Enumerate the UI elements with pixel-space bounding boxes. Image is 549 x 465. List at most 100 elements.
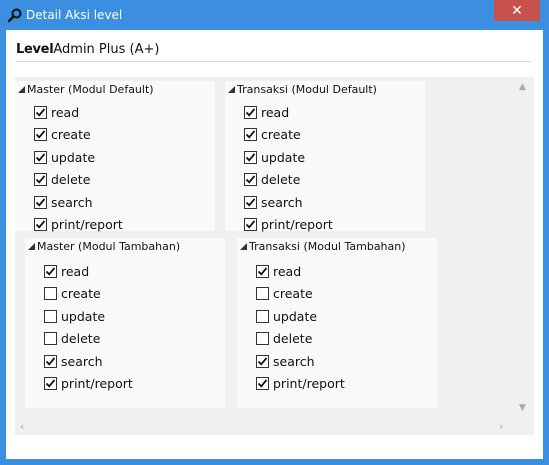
checkbox-label: print/report [273, 376, 345, 391]
checkbox-label: delete [273, 331, 313, 346]
checkbox[interactable] [244, 151, 257, 164]
permission-read-checkbox-row[interactable]: read [44, 262, 204, 282]
checkbox-label: delete [261, 172, 301, 187]
checkbox-label: search [61, 354, 103, 369]
permission-update-checkbox-row[interactable]: update [44, 307, 204, 327]
expanded-triangle-icon[interactable] [240, 243, 247, 250]
checkbox[interactable] [244, 128, 257, 141]
scroll-down-icon[interactable]: ▼ [519, 403, 526, 413]
checkbox[interactable] [34, 196, 47, 209]
checkbox[interactable] [256, 332, 269, 345]
checkbox[interactable] [34, 173, 47, 186]
permission-create-checkbox-row[interactable]: create [244, 125, 404, 145]
group-transaksi-tambahan: Transaksi (Modul Tambahan) read create upda… [237, 238, 437, 408]
checkbox[interactable] [44, 265, 57, 278]
expanded-triangle-icon[interactable] [228, 86, 235, 93]
checkbox-label: print/report [51, 217, 123, 232]
checkbox-label: search [51, 195, 93, 210]
close-icon: ✕ [511, 2, 523, 19]
checkbox-label: create [61, 286, 101, 301]
checkbox-label: read [51, 105, 80, 120]
checkbox[interactable] [256, 355, 269, 368]
level-label: Level [16, 42, 54, 57]
scroll-up-icon[interactable]: ▲ [519, 82, 526, 92]
level-row: LevelAdmin Plus (A+) [16, 42, 528, 61]
checkbox[interactable] [244, 173, 257, 186]
group-title: Master (Modul Tambahan) [37, 240, 181, 253]
scroll-right-icon[interactable]: › [499, 420, 503, 433]
group-master-tambahan: Master (Modul Tambahan) read create update d… [25, 238, 225, 408]
permission-create-checkbox-row[interactable]: create [44, 284, 204, 304]
permission-create-checkbox-row[interactable]: create [34, 125, 194, 145]
permission-read-checkbox-row[interactable]: read [256, 262, 416, 282]
permission-search-checkbox-row[interactable]: search [34, 193, 194, 213]
group-title: Transaksi (Modul Default) [237, 83, 377, 96]
checkbox-label: read [261, 105, 290, 120]
permission-update-checkbox-row[interactable]: update [256, 307, 416, 327]
dialog-window: Detail Aksi level ✕ LevelAdmin Plus (A+)… [0, 0, 549, 465]
vertical-scrollbar[interactable]: ▲ ▼ [514, 77, 534, 418]
checkbox[interactable] [44, 310, 57, 323]
permission-delete-checkbox-row[interactable]: delete [44, 329, 204, 349]
permission-print-report-checkbox-row[interactable]: print/report [44, 374, 204, 394]
checkbox[interactable] [256, 287, 269, 300]
permission-search-checkbox-row[interactable]: search [256, 352, 416, 372]
checkbox[interactable] [34, 218, 47, 231]
checkbox[interactable] [34, 151, 47, 164]
checkbox[interactable] [44, 332, 57, 345]
checkbox[interactable] [44, 355, 57, 368]
checkbox[interactable] [44, 377, 57, 390]
expanded-triangle-icon[interactable] [28, 243, 35, 250]
checkbox-label: create [261, 127, 301, 142]
permission-delete-checkbox-row[interactable]: delete [256, 329, 416, 349]
checkbox-label: delete [61, 331, 101, 346]
permission-print-report-checkbox-row[interactable]: print/report [244, 215, 404, 235]
permission-read-checkbox-row[interactable]: read [244, 103, 404, 123]
dialog-client-area: LevelAdmin Plus (A+) ▲ ▼ ‹ › Master (Mod… [6, 30, 543, 459]
window-title: Detail Aksi level [26, 8, 123, 22]
title-bar[interactable]: Detail Aksi level ✕ [0, 0, 549, 30]
checkbox-label: update [51, 150, 96, 165]
checkbox-label: read [273, 264, 302, 279]
checkbox[interactable] [256, 310, 269, 323]
checkbox-label: print/report [261, 217, 333, 232]
checkbox[interactable] [256, 265, 269, 278]
checkbox[interactable] [34, 128, 47, 141]
checkbox[interactable] [44, 287, 57, 300]
group-master-default: Master (Modul Default) read create update de… [15, 81, 215, 232]
permission-delete-checkbox-row[interactable]: delete [34, 170, 194, 190]
permission-create-checkbox-row[interactable]: create [256, 284, 416, 304]
permission-update-checkbox-row[interactable]: update [34, 148, 194, 168]
checkbox-label: search [261, 195, 303, 210]
permission-print-report-checkbox-row[interactable]: print/report [256, 374, 416, 394]
permission-delete-checkbox-row[interactable]: delete [244, 170, 404, 190]
scroll-left-icon[interactable]: ‹ [20, 420, 24, 433]
checkbox-label: update [61, 309, 106, 324]
permission-search-checkbox-row[interactable]: search [244, 193, 404, 213]
expanded-triangle-icon[interactable] [18, 86, 25, 93]
checkbox-label: update [261, 150, 306, 165]
search-icon [7, 7, 23, 23]
permission-print-report-checkbox-row[interactable]: print/report [34, 215, 194, 235]
horizontal-scrollbar[interactable]: ‹ › [15, 418, 534, 435]
checkbox-label: create [273, 286, 313, 301]
checkbox-label: search [273, 354, 315, 369]
checkbox[interactable] [256, 377, 269, 390]
divider [16, 61, 531, 62]
permissions-scroll-panel[interactable]: ▲ ▼ ‹ › Master (Modul Default) read create… [15, 77, 534, 435]
checkbox[interactable] [244, 218, 257, 231]
checkbox[interactable] [34, 106, 47, 119]
permission-search-checkbox-row[interactable]: search [44, 352, 204, 372]
permission-read-checkbox-row[interactable]: read [34, 103, 194, 123]
checkbox-label: create [51, 127, 91, 142]
permission-update-checkbox-row[interactable]: update [244, 148, 404, 168]
group-transaksi-default: Transaksi (Modul Default) read create updat… [225, 81, 425, 232]
checkbox-label: print/report [61, 376, 133, 391]
level-value: Admin Plus (A+) [53, 42, 160, 57]
checkbox[interactable] [244, 196, 257, 209]
close-button[interactable]: ✕ [494, 0, 540, 21]
checkbox[interactable] [244, 106, 257, 119]
group-title: Transaksi (Modul Tambahan) [249, 240, 406, 253]
checkbox-label: read [61, 264, 90, 279]
checkbox-label: update [273, 309, 318, 324]
